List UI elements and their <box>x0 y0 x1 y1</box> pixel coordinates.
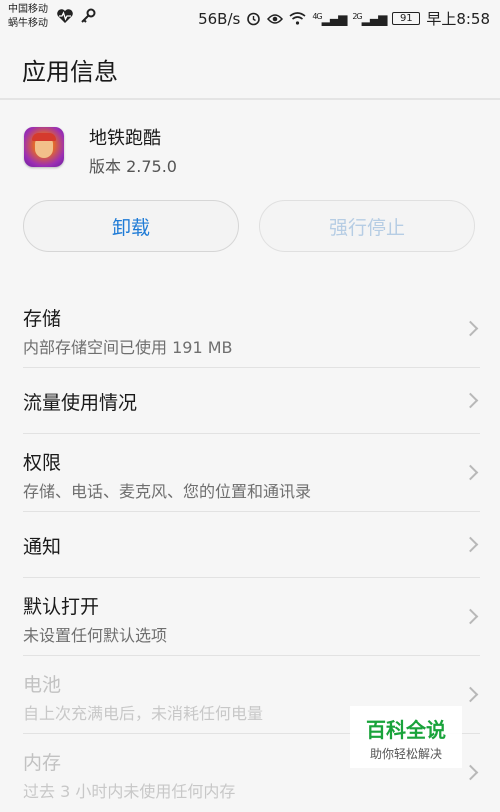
battery-indicator: 91 <box>392 12 421 25</box>
heart-rate-icon <box>57 9 73 23</box>
key-icon <box>81 8 96 23</box>
watermark-title: 百科全说 <box>366 718 446 742</box>
list-item-subtitle: 存储、电话、麦克风、您的位置和通讯录 <box>23 482 312 501</box>
list-item-permissions[interactable]: 权限 存储、电话、麦克风、您的位置和通讯录 <box>0 434 500 512</box>
list-item-title: 流量使用情况 <box>23 392 138 414</box>
carrier-1: 中国移动 <box>8 4 48 15</box>
list-item-storage[interactable]: 存储 内部存储空间已使用 191 MB <box>0 290 500 368</box>
app-header: 地铁跑酷 版本 2.75.0 <box>0 100 500 190</box>
signal-1-icon: 4G▂▄▆ <box>312 11 347 26</box>
status-bar: 中国移动 蜗牛移动 56B/s 4G▂▄▆ 2G▂▄▆ 91 早上8:58 <box>0 0 500 36</box>
list-item-title: 电池 <box>23 674 62 696</box>
app-version: 版本 2.75.0 <box>89 157 177 176</box>
carrier-2: 蜗牛移动 <box>8 18 48 29</box>
watermark-logo: 百科全说 助你轻松解决 <box>350 706 462 768</box>
status-left-icons <box>56 8 96 24</box>
status-right: 56B/s 4G▂▄▆ 2G▂▄▆ 91 早上8:58 <box>198 8 490 29</box>
watermark-subtitle: 助你轻松解决 <box>369 747 442 761</box>
eye-comfort-icon <box>267 13 284 24</box>
list-item-open-by-default[interactable]: 默认打开 未设置任何默认选项 <box>0 578 500 656</box>
list-item-data-usage[interactable]: 流量使用情况 <box>0 368 500 434</box>
app-bar: 应用信息 <box>0 36 500 100</box>
list-item-subtitle: 内部存储空间已使用 191 MB <box>23 338 233 357</box>
network-speed: 56B/s <box>198 9 241 28</box>
clock: 早上8:58 <box>426 10 490 28</box>
list-item-subtitle: 未设置任何默认选项 <box>23 626 168 645</box>
force-stop-button[interactable]: 强行停止 <box>259 200 475 252</box>
alarm-icon <box>247 12 261 26</box>
list-item-title: 默认打开 <box>23 596 100 618</box>
uninstall-button[interactable]: 卸载 <box>23 200 239 252</box>
signal-2-icon: 2G▂▄▆ <box>352 11 387 26</box>
list-item-title: 通知 <box>23 536 62 558</box>
app-name: 地铁跑酷 <box>89 128 161 149</box>
app-icon <box>24 127 64 167</box>
list-item-subtitle: 过去 3 小时内未使用任何内存 <box>23 782 236 801</box>
list-item-notifications[interactable]: 通知 <box>0 512 500 578</box>
list-item-title: 权限 <box>23 452 62 474</box>
list-item-title: 存储 <box>23 308 62 330</box>
page-title: 应用信息 <box>22 58 118 86</box>
wifi-icon <box>289 12 306 25</box>
carrier-info: 中国移动 蜗牛移动 <box>8 3 48 31</box>
